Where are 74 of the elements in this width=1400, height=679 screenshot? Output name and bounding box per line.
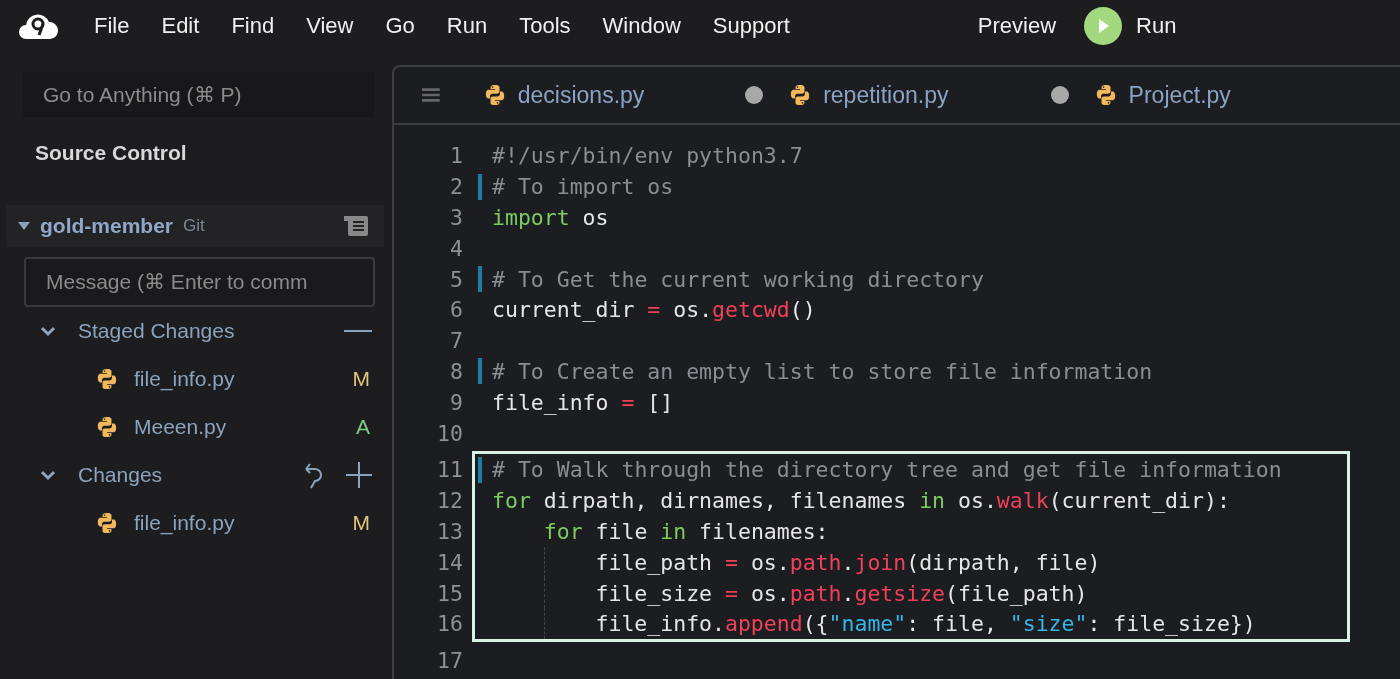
menu-item[interactable]: Edit: [161, 13, 200, 39]
code-line: # To Walk through the directory tree and get file information: [492, 457, 1282, 483]
code-line: for file in filenames:: [543, 518, 829, 544]
cloud-logo-icon[interactable]: [18, 12, 58, 40]
menu-item[interactable]: Find: [231, 13, 275, 39]
code-line: import os: [492, 204, 609, 230]
line-number: 16: [437, 611, 464, 637]
line-number: 1: [450, 143, 464, 169]
line-number: 14: [437, 549, 464, 575]
python-icon: [789, 84, 812, 107]
code-line: #!/usr/bin/env python3.7: [492, 143, 803, 169]
file-name[interactable]: Meeen.py: [134, 415, 340, 439]
menu-item[interactable]: Window: [602, 13, 681, 39]
preview-menu[interactable]: Preview: [977, 13, 1057, 39]
file-name[interactable]: file_info.py: [134, 511, 337, 535]
code-line: file_path = os.path.join(dirpath, file): [595, 549, 1101, 575]
line-number: 6: [450, 297, 464, 323]
line-number: 8: [450, 358, 464, 384]
menu-item[interactable]: Go: [385, 13, 415, 39]
repo-header[interactable]: gold-member Git: [6, 205, 384, 247]
line-number: 5: [450, 266, 464, 292]
panel-title: Source Control: [34, 140, 188, 166]
status-letter: A: [356, 415, 370, 439]
status-letter: M: [352, 511, 370, 535]
python-icon: [1094, 84, 1117, 107]
file-name[interactable]: file_info.py: [134, 367, 337, 391]
menu-item[interactable]: Tools: [519, 13, 571, 39]
line-number: 3: [450, 204, 464, 230]
line-number: 12: [437, 488, 464, 514]
commit-message-field[interactable]: Message (⌘ Enter to comm: [24, 257, 375, 307]
line-number: 13: [437, 518, 464, 544]
menu-item[interactable]: View: [306, 13, 354, 39]
code-line: file_size = os.path.getsize(file_path): [595, 580, 1088, 606]
section-label[interactable]: Staged Changes: [78, 319, 322, 343]
menu-item[interactable]: File: [94, 13, 130, 39]
plus-icon[interactable]: [346, 462, 372, 488]
undo-icon[interactable]: [302, 461, 324, 489]
code-line: for dirpath, dirnames, filenames in os.walk(current_dir):: [492, 488, 1230, 514]
repo-name: gold-member: [40, 214, 173, 238]
menu-icon[interactable]: [422, 87, 440, 104]
caret-icon[interactable]: [18, 222, 30, 230]
line-number: 9: [450, 389, 464, 415]
list-icon[interactable]: [342, 214, 370, 238]
file-tab[interactable]: repetition.py: [789, 81, 1095, 109]
code-line: # To Create an empty list to store file information: [492, 358, 1153, 384]
code-line: current_dir = os.getcwd(): [492, 297, 816, 323]
python-icon: [96, 368, 118, 390]
play-icon: [1084, 7, 1123, 45]
python-icon: [96, 416, 118, 438]
menu-item[interactable]: Run: [446, 13, 488, 39]
code-line: # To Get the current working directory: [492, 266, 984, 292]
vcs-label: Git: [183, 216, 206, 236]
line-number: 11: [437, 457, 464, 483]
line-number: 7: [450, 328, 464, 354]
code-line: file_info.append({"name": file, "size": file_size}): [595, 611, 1256, 637]
line-number: 4: [450, 235, 464, 261]
code-line: file_info = []: [492, 389, 674, 415]
line-number: 2: [450, 174, 464, 200]
code-line: # To import os: [492, 174, 674, 200]
minus-icon[interactable]: [344, 329, 372, 333]
line-number: 17: [437, 648, 464, 674]
section-label[interactable]: Changes: [78, 463, 280, 487]
line-number: 10: [437, 420, 464, 446]
file-tab[interactable]: Project.py: [1094, 81, 1400, 109]
chevron-icon[interactable]: [40, 325, 56, 337]
python-icon: [483, 84, 506, 107]
status-letter: M: [352, 367, 370, 391]
run-button[interactable]: Run: [1084, 7, 1177, 45]
python-icon: [96, 512, 118, 534]
file-tab[interactable]: decisions.py: [483, 81, 790, 109]
menu-item[interactable]: Support: [712, 13, 790, 39]
line-number: 15: [437, 580, 464, 606]
search-field[interactable]: Go to Anything (⌘ P): [23, 72, 374, 117]
chevron-icon[interactable]: [40, 469, 56, 481]
